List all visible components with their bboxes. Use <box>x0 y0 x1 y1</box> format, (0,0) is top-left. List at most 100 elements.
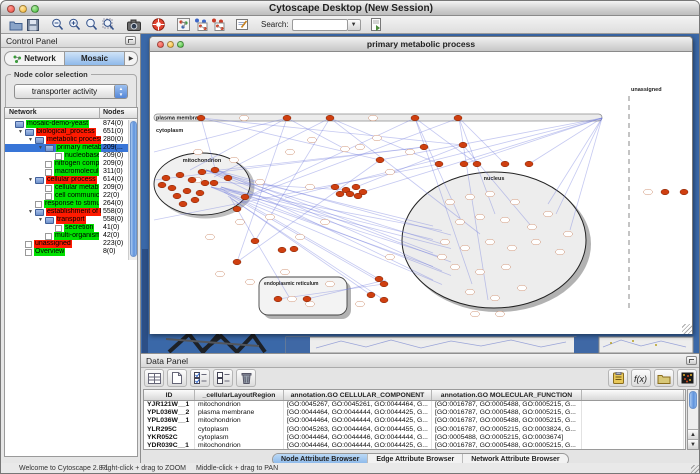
network-node-selected[interactable] <box>375 276 383 282</box>
network-node-selected[interactable] <box>380 281 388 287</box>
table-row[interactable]: YPL036W__1mitochondrion[GO:0044464, GO:0… <box>144 417 685 425</box>
network-node[interactable] <box>466 194 475 200</box>
network-node[interactable] <box>308 137 317 143</box>
network-node[interactable] <box>438 254 447 260</box>
tabs-overflow-icon[interactable]: ▶ <box>124 52 137 65</box>
tree-column-network[interactable]: Network <box>9 109 37 116</box>
network-node-selected[interactable] <box>336 191 344 197</box>
network-node-selected[interactable] <box>158 182 166 188</box>
network-node-selected[interactable] <box>331 184 339 190</box>
expander-icon[interactable]: ▼ <box>28 208 35 216</box>
network-node-selected[interactable] <box>473 161 481 167</box>
network-node[interactable] <box>461 245 470 251</box>
network-node-selected[interactable] <box>525 161 533 167</box>
network-node[interactable] <box>496 311 505 317</box>
table-scroll-thumb[interactable] <box>689 391 697 409</box>
network-node[interactable] <box>501 217 510 223</box>
network-node-selected[interactable] <box>201 180 209 186</box>
network-node-selected[interactable] <box>680 189 688 195</box>
network-node-selected[interactable] <box>176 172 184 178</box>
tree-row[interactable]: ▼cellular process614(0) <box>5 176 128 184</box>
import-table-icon[interactable] <box>654 369 674 387</box>
tab-network[interactable]: Network <box>5 52 64 65</box>
float-panel-icon[interactable] <box>686 356 697 365</box>
table-row[interactable]: YJR121W__1mitochondrion[GO:0045267, GO:0… <box>144 401 685 409</box>
help-icon[interactable] <box>150 17 167 33</box>
tree-row[interactable]: cell communicat22(0) <box>5 192 128 200</box>
tab-mosaic[interactable]: Mosaic <box>64 52 124 65</box>
table-column-header[interactable]: annotation.GO CELLULAR_COMPONENT <box>284 390 432 400</box>
tree-scroll-thumb[interactable] <box>130 121 137 257</box>
network-node[interactable] <box>356 301 365 307</box>
tree-row[interactable]: nucleobase-209(0) <box>5 152 128 160</box>
network-node-selected[interactable] <box>233 206 241 212</box>
network-node[interactable] <box>240 115 249 121</box>
expander-icon[interactable]: ▼ <box>28 136 35 144</box>
tree-row[interactable]: secretion41(0) <box>5 224 128 232</box>
network-node[interactable] <box>564 231 573 237</box>
network-node[interactable] <box>281 269 290 275</box>
tree-row[interactable]: ▼primary metabo209(... <box>5 144 128 152</box>
layout-red-icon[interactable] <box>209 17 226 33</box>
expander-icon[interactable]: ▼ <box>38 216 45 224</box>
table-column-header[interactable] <box>582 390 684 400</box>
annotation-icon[interactable] <box>234 17 251 33</box>
scroll-down-icon[interactable]: ▼ <box>688 439 698 449</box>
network-node[interactable] <box>556 249 565 255</box>
snapshot-icon[interactable] <box>125 17 142 33</box>
network-canvas[interactable]: plasma membrane cytoplasm unassigned mit… <box>150 52 692 334</box>
network-node-selected[interactable] <box>420 144 428 150</box>
network-node-selected[interactable] <box>346 191 354 197</box>
window-resize-grip[interactable] <box>682 324 692 334</box>
network-node-selected[interactable] <box>411 115 419 121</box>
network-node[interactable] <box>476 214 485 220</box>
network-node-selected[interactable] <box>278 247 286 253</box>
network-node[interactable] <box>373 135 382 141</box>
network-node-selected[interactable] <box>274 296 282 302</box>
network-node-selected[interactable] <box>380 297 388 303</box>
network-node-selected[interactable] <box>283 115 291 121</box>
network-node-selected[interactable] <box>162 175 170 181</box>
network-node-selected[interactable] <box>326 115 334 121</box>
save-session-icon[interactable] <box>24 17 41 33</box>
tree-row[interactable]: ▼transport558(0) <box>5 216 128 224</box>
table-row[interactable]: YPL036W__2plasma membrane[GO:0044464, GO… <box>144 409 685 417</box>
tree-row[interactable]: ▼establishment of lo558(0) <box>5 208 128 216</box>
network-node[interactable] <box>476 269 485 275</box>
network-node-selected[interactable] <box>459 142 467 148</box>
network-node[interactable] <box>406 149 415 155</box>
network-node-selected[interactable] <box>354 193 362 199</box>
network-node[interactable] <box>286 149 295 155</box>
overview-icon[interactable] <box>175 17 192 33</box>
network-node[interactable] <box>306 184 315 190</box>
attribute-table-icon[interactable] <box>144 369 164 387</box>
network-node[interactable] <box>194 149 203 155</box>
search-input[interactable] <box>292 19 348 31</box>
network-view-window[interactable]: primary metabolic process plasma membran… <box>149 36 693 334</box>
table-column-header[interactable]: annotation.GO MOLECULAR_FUNCTION <box>432 390 582 400</box>
layout-blue-icon[interactable] <box>192 17 209 33</box>
expander-icon[interactable]: ▼ <box>38 144 45 152</box>
network-node[interactable] <box>544 211 553 217</box>
tree-scrollbar[interactable] <box>128 120 137 260</box>
network-node[interactable] <box>451 264 460 270</box>
network-node-selected[interactable] <box>179 201 187 207</box>
network-node-selected[interactable] <box>460 161 468 167</box>
zoom-in-icon[interactable] <box>66 17 83 33</box>
tree-row[interactable]: unassigned223(0) <box>5 240 128 248</box>
network-node-selected[interactable] <box>233 259 241 265</box>
table-row[interactable]: YKR052Ccytoplasm[GO:0044464, GO:0044446,… <box>144 434 685 442</box>
network-node[interactable] <box>230 157 239 163</box>
scroll-up-icon[interactable]: ▲ <box>688 429 698 439</box>
network-node-selected[interactable] <box>173 193 181 199</box>
network-node[interactable] <box>508 245 517 251</box>
network-node[interactable] <box>446 199 455 205</box>
tree-column-nodes[interactable]: Nodes <box>103 109 124 116</box>
notes-icon[interactable] <box>608 369 628 387</box>
table-row[interactable]: YDR039C__1mitochondrion[GO:0044464, GO:0… <box>144 442 685 450</box>
network-node[interactable] <box>386 169 395 175</box>
expander-icon[interactable]: ▼ <box>28 176 35 184</box>
network-node[interactable] <box>236 219 245 225</box>
network-node-selected[interactable] <box>168 185 176 191</box>
network-node[interactable] <box>341 146 350 152</box>
